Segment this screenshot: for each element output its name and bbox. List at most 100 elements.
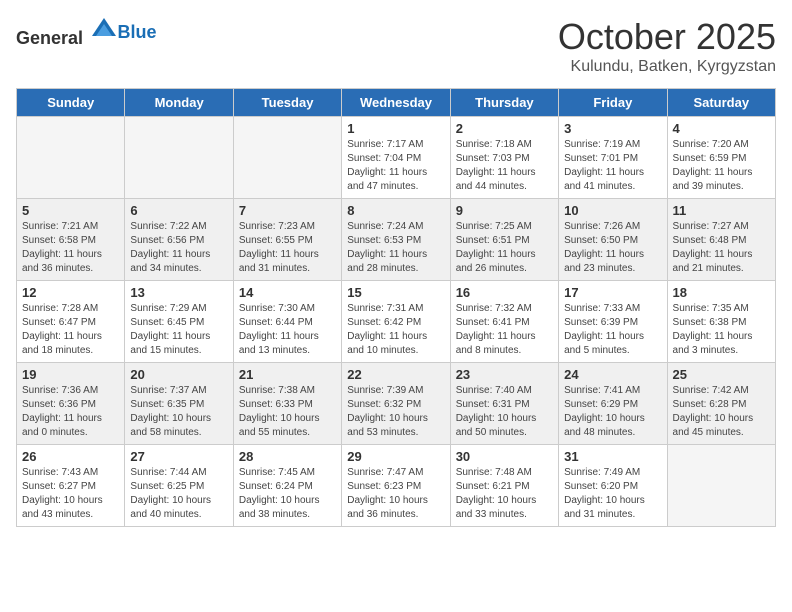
day-number: 17 xyxy=(564,285,661,300)
day-info: Sunrise: 7:47 AM Sunset: 6:23 PM Dayligh… xyxy=(347,466,444,522)
day-info: Sunrise: 7:31 AM Sunset: 6:42 PM Dayligh… xyxy=(347,302,444,358)
day-number: 29 xyxy=(347,449,444,464)
title-block: October 2025 Kulundu, Batken, Kyrgyzstan xyxy=(558,16,776,76)
day-number: 19 xyxy=(22,367,119,382)
day-header-friday: Friday xyxy=(559,89,667,117)
day-header-monday: Monday xyxy=(125,89,233,117)
day-info: Sunrise: 7:17 AM Sunset: 7:04 PM Dayligh… xyxy=(347,138,444,194)
calendar-cell: 30 Sunrise: 7:48 AM Sunset: 6:21 PM Dayli… xyxy=(450,445,558,527)
day-number: 31 xyxy=(564,449,661,464)
day-info: Sunrise: 7:30 AM Sunset: 6:44 PM Dayligh… xyxy=(239,302,336,358)
calendar-cell xyxy=(125,117,233,199)
calendar-week-row: 5 Sunrise: 7:21 AM Sunset: 6:58 PM Daylig… xyxy=(17,199,776,281)
day-number: 15 xyxy=(347,285,444,300)
calendar-cell: 2Sunrise: 7:18 AM Sunset: 7:03 PM Daylig… xyxy=(450,117,558,199)
day-number: 12 xyxy=(22,285,119,300)
calendar-cell: 13 Sunrise: 7:29 AM Sunset: 6:45 PM Dayli… xyxy=(125,281,233,363)
day-info: Sunrise: 7:19 AM Sunset: 7:01 PM Dayligh… xyxy=(564,138,661,194)
day-number: 1 xyxy=(347,121,444,136)
calendar-cell: 22Sunrise: 7:39 AM Sunset: 6:32 PM Dayli… xyxy=(342,363,450,445)
day-number: 10 xyxy=(564,203,661,218)
day-info: Sunrise: 7:40 AM Sunset: 6:31 PM Dayligh… xyxy=(456,384,553,440)
calendar-cell: 11 Sunrise: 7:27 AM Sunset: 6:48 PM Dayli… xyxy=(667,199,775,281)
day-info: Sunrise: 7:44 AM Sunset: 6:25 PM Dayligh… xyxy=(130,466,227,522)
calendar-cell: 25Sunrise: 7:42 AM Sunset: 6:28 PM Dayli… xyxy=(667,363,775,445)
day-info: Sunrise: 7:33 AM Sunset: 6:39 PM Dayligh… xyxy=(564,302,661,358)
day-info: Sunrise: 7:42 AM Sunset: 6:28 PM Dayligh… xyxy=(673,384,770,440)
calendar-cell: 24 Sunrise: 7:41 AM Sunset: 6:29 PM Dayli… xyxy=(559,363,667,445)
day-info: Sunrise: 7:21 AM Sunset: 6:58 PM Dayligh… xyxy=(22,220,119,276)
day-info: Sunrise: 7:26 AM Sunset: 6:50 PM Dayligh… xyxy=(564,220,661,276)
day-info: Sunrise: 7:45 AM Sunset: 6:24 PM Dayligh… xyxy=(239,466,336,522)
day-info: Sunrise: 7:36 AM Sunset: 6:36 PM Dayligh… xyxy=(22,384,119,440)
day-number: 21 xyxy=(239,367,336,382)
day-info: Sunrise: 7:43 AM Sunset: 6:27 PM Dayligh… xyxy=(22,466,119,522)
day-number: 26 xyxy=(22,449,119,464)
calendar-cell: 20Sunrise: 7:37 AM Sunset: 6:35 PM Dayli… xyxy=(125,363,233,445)
day-header-sunday: Sunday xyxy=(17,89,125,117)
calendar-cell: 27Sunrise: 7:44 AM Sunset: 6:25 PM Dayli… xyxy=(125,445,233,527)
day-info: Sunrise: 7:27 AM Sunset: 6:48 PM Dayligh… xyxy=(673,220,770,276)
day-header-thursday: Thursday xyxy=(450,89,558,117)
calendar-cell: 16Sunrise: 7:32 AM Sunset: 6:41 PM Dayli… xyxy=(450,281,558,363)
calendar-cell: 1 Sunrise: 7:17 AM Sunset: 7:04 PM Daylig… xyxy=(342,117,450,199)
calendar-header-row: SundayMondayTuesdayWednesdayThursdayFrid… xyxy=(17,89,776,117)
day-info: Sunrise: 7:35 AM Sunset: 6:38 PM Dayligh… xyxy=(673,302,770,358)
day-info: Sunrise: 7:24 AM Sunset: 6:53 PM Dayligh… xyxy=(347,220,444,276)
day-number: 13 xyxy=(130,285,227,300)
day-header-saturday: Saturday xyxy=(667,89,775,117)
day-number: 5 xyxy=(22,203,119,218)
day-info: Sunrise: 7:39 AM Sunset: 6:32 PM Dayligh… xyxy=(347,384,444,440)
calendar-cell: 15 Sunrise: 7:31 AM Sunset: 6:42 PM Dayli… xyxy=(342,281,450,363)
day-info: Sunrise: 7:23 AM Sunset: 6:55 PM Dayligh… xyxy=(239,220,336,276)
day-number: 30 xyxy=(456,449,553,464)
day-number: 11 xyxy=(673,203,770,218)
calendar-week-row: 1 Sunrise: 7:17 AM Sunset: 7:04 PM Daylig… xyxy=(17,117,776,199)
logo: General Blue xyxy=(16,16,157,49)
calendar-cell xyxy=(233,117,341,199)
day-info: Sunrise: 7:29 AM Sunset: 6:45 PM Dayligh… xyxy=(130,302,227,358)
day-info: Sunrise: 7:25 AM Sunset: 6:51 PM Dayligh… xyxy=(456,220,553,276)
day-number: 28 xyxy=(239,449,336,464)
logo-icon xyxy=(90,16,118,44)
day-info: Sunrise: 7:28 AM Sunset: 6:47 PM Dayligh… xyxy=(22,302,119,358)
day-number: 18 xyxy=(673,285,770,300)
day-info: Sunrise: 7:48 AM Sunset: 6:21 PM Dayligh… xyxy=(456,466,553,522)
day-number: 9 xyxy=(456,203,553,218)
page-header: General Blue October 2025 Kulundu, Batke… xyxy=(16,16,776,76)
calendar-cell: 3Sunrise: 7:19 AM Sunset: 7:01 PM Daylig… xyxy=(559,117,667,199)
calendar-cell: 8 Sunrise: 7:24 AM Sunset: 6:53 PM Daylig… xyxy=(342,199,450,281)
calendar-week-row: 19 Sunrise: 7:36 AM Sunset: 6:36 PM Dayli… xyxy=(17,363,776,445)
calendar-cell: 17 Sunrise: 7:33 AM Sunset: 6:39 PM Dayli… xyxy=(559,281,667,363)
day-number: 6 xyxy=(130,203,227,218)
calendar-cell xyxy=(17,117,125,199)
day-number: 8 xyxy=(347,203,444,218)
day-number: 24 xyxy=(564,367,661,382)
calendar-cell: 12 Sunrise: 7:28 AM Sunset: 6:47 PM Dayli… xyxy=(17,281,125,363)
calendar-cell: 5 Sunrise: 7:21 AM Sunset: 6:58 PM Daylig… xyxy=(17,199,125,281)
month-title: October 2025 xyxy=(558,16,776,58)
calendar-cell: 21 Sunrise: 7:38 AM Sunset: 6:33 PM Dayli… xyxy=(233,363,341,445)
day-number: 2 xyxy=(456,121,553,136)
calendar-cell: 4Sunrise: 7:20 AM Sunset: 6:59 PM Daylig… xyxy=(667,117,775,199)
calendar-cell: 31 Sunrise: 7:49 AM Sunset: 6:20 PM Dayli… xyxy=(559,445,667,527)
day-info: Sunrise: 7:41 AM Sunset: 6:29 PM Dayligh… xyxy=(564,384,661,440)
day-info: Sunrise: 7:38 AM Sunset: 6:33 PM Dayligh… xyxy=(239,384,336,440)
calendar-cell: 7Sunrise: 7:23 AM Sunset: 6:55 PM Daylig… xyxy=(233,199,341,281)
day-number: 23 xyxy=(456,367,553,382)
calendar-week-row: 26 Sunrise: 7:43 AM Sunset: 6:27 PM Dayli… xyxy=(17,445,776,527)
logo-blue: Blue xyxy=(118,22,157,43)
calendar-cell: 6Sunrise: 7:22 AM Sunset: 6:56 PM Daylig… xyxy=(125,199,233,281)
calendar-table: SundayMondayTuesdayWednesdayThursdayFrid… xyxy=(16,88,776,527)
calendar-week-row: 12 Sunrise: 7:28 AM Sunset: 6:47 PM Dayli… xyxy=(17,281,776,363)
calendar-cell: 18 Sunrise: 7:35 AM Sunset: 6:38 PM Dayli… xyxy=(667,281,775,363)
calendar-cell xyxy=(667,445,775,527)
location-title: Kulundu, Batken, Kyrgyzstan xyxy=(558,58,776,76)
calendar-cell: 19 Sunrise: 7:36 AM Sunset: 6:36 PM Dayli… xyxy=(17,363,125,445)
day-info: Sunrise: 7:49 AM Sunset: 6:20 PM Dayligh… xyxy=(564,466,661,522)
logo-general: General xyxy=(16,28,83,48)
calendar-cell: 26 Sunrise: 7:43 AM Sunset: 6:27 PM Dayli… xyxy=(17,445,125,527)
day-info: Sunrise: 7:32 AM Sunset: 6:41 PM Dayligh… xyxy=(456,302,553,358)
day-number: 4 xyxy=(673,121,770,136)
day-info: Sunrise: 7:37 AM Sunset: 6:35 PM Dayligh… xyxy=(130,384,227,440)
